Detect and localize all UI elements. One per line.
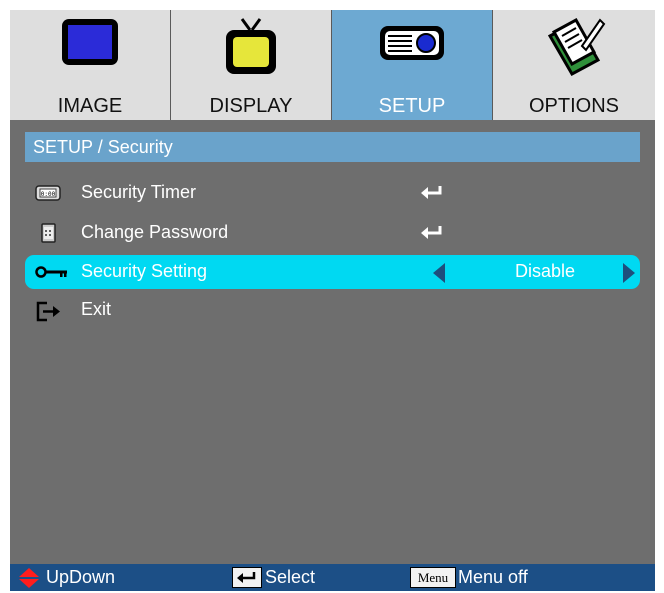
footer-help-bar: UpDown Select Menu Menu off [10,564,655,591]
tab-setup[interactable]: SETUP [332,10,493,120]
tab-image[interactable]: IMAGE [10,10,171,120]
menu-item-label: Security Setting [81,261,208,281]
enter-icon [420,224,444,245]
left-arrow-icon[interactable] [433,263,445,283]
tab-options[interactable]: OPTIONS [493,10,655,120]
menu-item-change-password[interactable]: Change Password [25,216,640,250]
right-arrow-icon[interactable] [623,263,635,283]
tab-bar: IMAGE DISPLAY SETUP OPTIONS [10,10,655,120]
menu-item-label: Security Timer [81,182,197,202]
updown-arrows-icon [18,568,40,593]
enter-key-icon [232,567,262,588]
menu-item-security-setting[interactable]: Security Setting Disable [25,255,640,289]
select-label: Select [265,567,316,587]
tab-setup-label: SETUP [378,95,446,117]
menu-off-label: Menu off [458,567,528,587]
osd-menu: IMAGE DISPLAY SETUP OPTIONS SETUP / Secu… [10,10,655,591]
tab-display-label: DISPLAY [209,95,293,117]
page-title: SETUP / Security [25,132,640,162]
notepad-pencil-icon [542,16,606,81]
enter-icon [420,184,444,205]
tab-display[interactable]: DISPLAY [171,10,332,120]
projector-icon [376,16,448,77]
tab-image-label: IMAGE [57,95,123,117]
security-setting-value: Disable [514,261,576,281]
exit-icon [35,300,61,322]
menu-item-label: Exit [81,299,112,319]
key-icon [35,262,67,282]
tv-icon [220,16,282,83]
monitor-icon [59,16,121,77]
menu-item-label: Change Password [81,222,229,242]
svg-text:0:00: 0:00 [41,191,56,198]
password-keypad-icon [35,223,61,243]
timer-icon: 0:00 [35,183,61,203]
menu-item-security-timer[interactable]: 0:00 Security Timer [25,176,640,210]
menu-key: Menu [410,567,456,588]
updown-label: UpDown [46,567,116,587]
menu-item-exit[interactable]: Exit [25,293,640,327]
tab-options-label: OPTIONS [528,95,619,117]
